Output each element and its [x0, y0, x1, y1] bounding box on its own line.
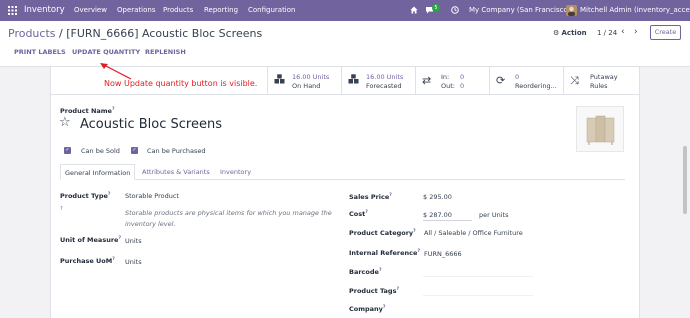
- breadcrumb: Products / [FURN_6666] Acoustic Bloc Scr…: [8, 27, 262, 40]
- on-hand-label: On Hand: [292, 82, 321, 90]
- cost-field[interactable]: $ 287.00: [423, 211, 452, 219]
- sales-price-label: Sales Price?: [349, 193, 392, 202]
- company-label: Company?: [349, 305, 386, 314]
- print-labels-button[interactable]: PRINT LABELS: [14, 48, 66, 56]
- product-category-field[interactable]: All / Saleable / Office Furniture: [424, 229, 523, 237]
- product-image[interactable]: [576, 106, 624, 152]
- tab-inventory[interactable]: Inventory: [220, 164, 251, 180]
- replenish-button[interactable]: REPLENISH: [145, 48, 186, 56]
- unit-of-measure-field[interactable]: Units: [125, 237, 142, 245]
- in-label: In:: [441, 73, 450, 81]
- exchange-icon: ⇄: [422, 74, 432, 87]
- on-hand-value: 16.00 Units: [292, 73, 330, 81]
- menu-overview[interactable]: Overview: [74, 0, 107, 21]
- internal-reference-field[interactable]: FURN_6666: [424, 250, 462, 258]
- putaway-rules-button[interactable]: ⤨ Putaway Rules: [563, 67, 640, 95]
- product-type-help-1: Storable products are physical items for…: [125, 209, 332, 217]
- product-type-select[interactable]: Storable Product: [125, 192, 179, 200]
- internal-reference-label: Internal Reference?: [349, 249, 421, 258]
- putaway-label-2: Rules: [590, 82, 608, 90]
- putaway-label-1: Putaway: [590, 73, 618, 81]
- action-label: Action: [561, 29, 587, 37]
- menu-products[interactable]: Products: [163, 0, 193, 21]
- on-hand-button[interactable]: 16.00 Units On Hand: [267, 67, 341, 95]
- breadcrumb-current: [FURN_6666] Acoustic Bloc Screens: [66, 27, 263, 40]
- product-tags-input[interactable]: [423, 295, 533, 296]
- tab-attributes-variants[interactable]: Attributes & Variants: [142, 164, 210, 180]
- forecasted-value: 16.00 Units: [366, 73, 404, 81]
- help-marker: ?: [60, 206, 63, 212]
- in-out-button[interactable]: ⇄ In: 0 Out: 0: [415, 67, 489, 95]
- activity-clock-icon[interactable]: [451, 0, 459, 21]
- chat-count-badge: 5: [432, 4, 440, 12]
- pager-next-icon[interactable]: ›: [634, 27, 638, 37]
- in-value: 0: [460, 73, 465, 81]
- pager-value[interactable]: 1 / 24: [597, 29, 617, 37]
- app-name[interactable]: Inventory: [24, 0, 65, 21]
- product-name-label: Product Name?: [60, 107, 115, 116]
- page-scrollbar[interactable]: [683, 146, 687, 214]
- cost-unit: per Units: [479, 211, 509, 219]
- can-be-purchased-checkbox[interactable]: ✓: [131, 147, 138, 154]
- reordering-value: 0: [515, 73, 520, 81]
- breadcrumb-products[interactable]: Products: [8, 27, 56, 40]
- out-label: Out:: [441, 82, 455, 90]
- apps-menu-icon[interactable]: [8, 0, 17, 21]
- barcode-label: Barcode?: [349, 268, 382, 277]
- menu-operations[interactable]: Operations: [117, 0, 155, 21]
- can-be-sold-label: Can be Sold: [81, 147, 120, 155]
- pager-previous-icon[interactable]: ‹: [621, 27, 625, 37]
- forecasted-label: Forecasted: [366, 82, 402, 90]
- action-menu[interactable]: ⚙ Action: [553, 29, 587, 37]
- refresh-icon: ⟳: [496, 74, 506, 87]
- unit-of-measure-label: Unit of Measure?: [60, 236, 122, 245]
- product-type-help-2: inventory level.: [125, 220, 176, 228]
- product-tags-label: Product Tags?: [349, 287, 400, 296]
- can-be-sold-checkbox[interactable]: ✓: [64, 147, 71, 154]
- user-avatar[interactable]: [566, 5, 577, 16]
- reordering-label: Reordering...: [515, 82, 557, 90]
- cost-label: Cost?: [349, 210, 368, 219]
- update-quantity-button[interactable]: UPDATE QUANTITY: [72, 48, 140, 56]
- user-menu[interactable]: Mitchell Admin (inventory_access): [580, 0, 690, 21]
- barcode-input[interactable]: [423, 276, 533, 277]
- home-icon[interactable]: [410, 0, 418, 21]
- product-type-label: Product Type?: [60, 192, 111, 201]
- purchase-uom-label: Purchase UoM?: [60, 257, 115, 266]
- sales-price-field[interactable]: $ 295.00: [423, 193, 452, 201]
- product-name-field[interactable]: Acoustic Bloc Screens: [80, 117, 222, 132]
- favorite-star-icon[interactable]: ☆: [59, 115, 71, 130]
- can-be-purchased-label: Can be Purchased: [147, 147, 206, 155]
- company-switcher[interactable]: My Company (San Francisco): [469, 0, 570, 21]
- menu-configuration[interactable]: Configuration: [248, 0, 295, 21]
- annotation-text: Now Update quantity button is visible.: [104, 79, 258, 88]
- purchase-uom-field[interactable]: Units: [125, 258, 142, 266]
- menu-reporting[interactable]: Reporting: [204, 0, 238, 21]
- cost-underline: [423, 220, 472, 221]
- tab-general-information[interactable]: General Information: [60, 164, 136, 180]
- breadcrumb-separator: /: [59, 27, 63, 40]
- reordering-button[interactable]: ⟳ 0 Reordering...: [489, 67, 563, 95]
- top-navbar: Inventory Overview Operations Products R…: [0, 0, 690, 21]
- cubes-icon: [274, 74, 285, 87]
- create-button[interactable]: Create: [650, 25, 681, 40]
- random-icon: ⤨: [570, 74, 579, 87]
- cubes-icon: [348, 74, 359, 87]
- out-value: 0: [460, 82, 465, 90]
- forecasted-button[interactable]: 16.00 Units Forecasted: [341, 67, 415, 95]
- gear-icon: ⚙: [553, 29, 560, 37]
- product-category-label: Product Category?: [349, 229, 416, 238]
